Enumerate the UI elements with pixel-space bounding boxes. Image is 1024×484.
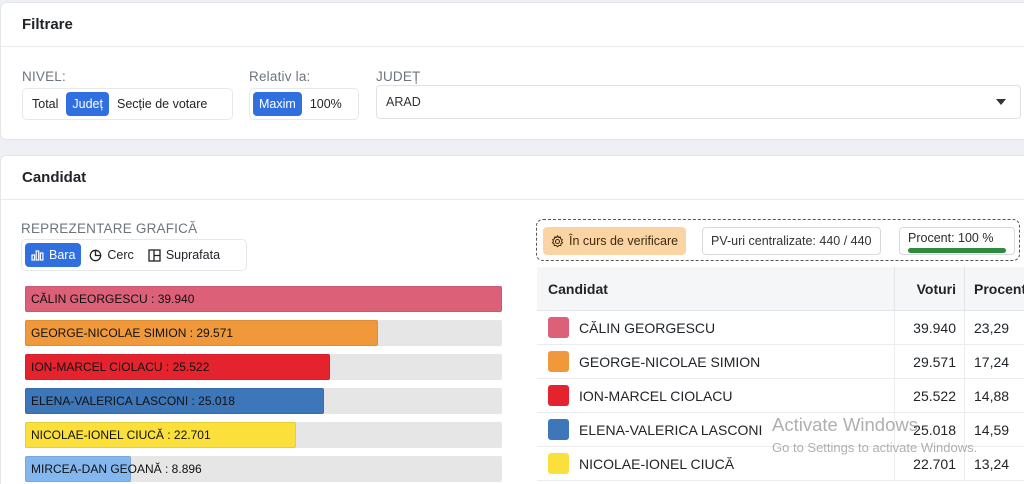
verification-status-text: În curs de verificare: [569, 234, 679, 248]
bar-label: NICOLAE-IONEL CIUCĂ : 22.701: [31, 428, 211, 442]
row-votes: 22.701: [894, 447, 964, 480]
table-row[interactable]: ELENA-VALERICA LASCONI 25.018 14,59: [537, 413, 1024, 447]
candidate-name: ELENA-VALERICA LASCONI: [579, 421, 763, 438]
relative-label: Relativ la:: [249, 69, 311, 84]
level-option-total[interactable]: Total: [26, 92, 64, 116]
color-swatch: [548, 419, 569, 440]
pie-chart-icon: [90, 249, 102, 261]
row-votes: 29.571: [894, 345, 964, 378]
bar-track: GEORGE-NICOLAE SIMION : 29.571: [25, 320, 502, 346]
row-percent: 13,24: [964, 447, 1024, 480]
percent-progress-bar: [908, 247, 1006, 253]
pv-count-badge: PV-uri centralizate: 440 / 440: [702, 227, 881, 255]
table-row[interactable]: CĂLIN GEORGESCU 39.940 23,29: [537, 311, 1024, 345]
row-votes: 25.522: [894, 379, 964, 412]
graph-label: REPREZENTARE GRAFICĂ: [21, 221, 198, 236]
color-swatch: [548, 385, 569, 406]
header-percent[interactable]: Procent: [964, 267, 1024, 310]
row-percent: 14,59: [964, 413, 1024, 446]
row-percent: 17,24: [964, 345, 1024, 378]
relative-option-maxim[interactable]: Maxim: [253, 92, 302, 116]
row-candidate: CĂLIN GEORGESCU: [537, 317, 894, 338]
level-option-judet[interactable]: Județ: [66, 92, 109, 116]
graph-option-bara-label: Bara: [49, 248, 76, 262]
bar-track: CĂLIN GEORGESCU : 39.940: [25, 286, 502, 312]
bar-label: CĂLIN GEORGESCU : 39.940: [31, 292, 195, 306]
bar-label: MIRCEA-DAN GEOANĂ : 8.896: [31, 462, 202, 476]
county-select-value: ARAD: [386, 95, 421, 109]
candidate-name: ION-MARCEL CIOLACU: [579, 387, 733, 404]
level-option-sectie[interactable]: Secție de votare: [111, 92, 213, 116]
table-row[interactable]: ION-MARCEL CIOLACU 25.522 14,88: [537, 379, 1024, 413]
color-swatch: [548, 351, 569, 372]
bar-track: ELENA-VALERICA LASCONI : 25.018: [25, 388, 502, 414]
candidate-name: NICOLAE-IONEL CIUCĂ: [579, 455, 735, 472]
header-votes[interactable]: Voturi: [894, 267, 964, 310]
percent-text: Procent: 100 %: [908, 230, 994, 245]
bar-track: ION-MARCEL CIOLACU : 25.522: [25, 354, 502, 380]
graph-type-group: Bara Cerc Suprafata: [21, 239, 247, 271]
candidate-name: GEORGE-NICOLAE SIMION: [579, 353, 761, 370]
status-box: În curs de verificare PV-uri centralizat…: [536, 219, 1020, 261]
treemap-icon: [148, 248, 161, 262]
bar-track: NICOLAE-IONEL CIUCĂ : 22.701: [25, 422, 502, 448]
graph-option-cerc-label: Cerc: [107, 248, 134, 262]
graph-option-suprafata[interactable]: Suprafata: [142, 243, 226, 267]
relative-option-100[interactable]: 100%: [304, 92, 348, 116]
graph-option-cerc[interactable]: Cerc: [83, 243, 139, 267]
row-votes: 25.018: [894, 413, 964, 446]
bar-track: MIRCEA-DAN GEOANĂ : 8.896: [25, 456, 502, 482]
bar-chart-icon: [31, 250, 44, 261]
row-candidate: ION-MARCEL CIOLACU: [537, 385, 894, 406]
county-select[interactable]: ARAD: [376, 85, 1021, 119]
verification-status-badge: În curs de verificare: [543, 227, 687, 255]
candidate-title: Candidat: [1, 156, 1024, 200]
relative-button-group: Maxim 100%: [249, 88, 359, 120]
graph-option-suprafata-label: Suprafata: [165, 248, 221, 262]
row-candidate: NICOLAE-IONEL CIUCĂ: [537, 453, 894, 474]
bar-label: ELENA-VALERICA LASCONI : 25.018: [31, 394, 235, 408]
row-percent: 23,29: [964, 311, 1024, 344]
level-button-group: Total Județ Secție de votare: [22, 88, 233, 120]
row-percent: 14,88: [964, 379, 1024, 412]
candidate-name: CĂLIN GEORGESCU: [579, 319, 716, 336]
bar-label: ION-MARCEL CIOLACU : 25.522: [31, 360, 210, 374]
color-swatch: [548, 453, 569, 474]
gear-icon: [551, 234, 564, 248]
caret-down-icon: [996, 99, 1006, 105]
county-label: JUDEȚ: [376, 69, 421, 84]
header-candidate[interactable]: Candidat: [537, 281, 894, 297]
graph-option-bara[interactable]: Bara: [25, 243, 82, 267]
results-table: Candidat Voturi Procent CĂLIN GEORGESCU 3…: [537, 267, 1024, 481]
percent-badge: Procent: 100 %: [899, 227, 1015, 255]
row-votes: 39.940: [894, 311, 964, 344]
row-candidate: ELENA-VALERICA LASCONI: [537, 419, 894, 440]
bar-label: GEORGE-NICOLAE SIMION : 29.571: [31, 326, 234, 340]
filter-card: Filtrare NIVEL: Total Județ Secție de vo…: [0, 2, 1024, 140]
filter-title: Filtrare: [1, 3, 1024, 47]
table-row[interactable]: NICOLAE-IONEL CIUCĂ 22.701 13,24: [537, 447, 1024, 481]
table-header: Candidat Voturi Procent: [537, 267, 1024, 311]
row-candidate: GEORGE-NICOLAE SIMION: [537, 351, 894, 372]
level-label: NIVEL:: [22, 69, 66, 84]
table-body: CĂLIN GEORGESCU 39.940 23,29 GEORGE-NICOLAE…: [537, 311, 1024, 481]
table-row[interactable]: GEORGE-NICOLAE SIMION 29.571 17,24: [537, 345, 1024, 379]
color-swatch: [548, 317, 569, 338]
